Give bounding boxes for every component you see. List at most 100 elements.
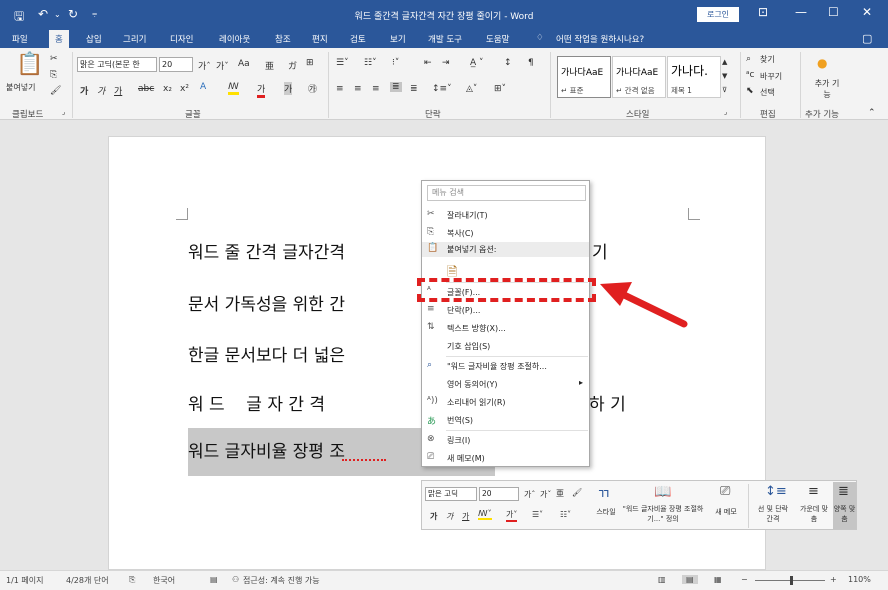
doc-line-4[interactable]: 워 드 글 자 간 격: [188, 390, 325, 415]
tab-mailings[interactable]: 편지: [312, 33, 328, 45]
change-case-icon[interactable]: Aa: [238, 59, 250, 69]
close-icon[interactable]: ✕: [862, 5, 872, 19]
word-count[interactable]: 4/28개 단어: [66, 575, 109, 586]
zoom-out-icon[interactable]: −: [741, 575, 748, 584]
doc-line-1[interactable]: 워드 줄 간격 글자간격: [188, 238, 345, 263]
show-marks-icon[interactable]: ¶: [528, 58, 534, 68]
collapse-ribbon-icon[interactable]: ⌃: [868, 108, 876, 118]
zoom-slider-thumb[interactable]: [790, 576, 793, 585]
language[interactable]: 한국어: [153, 575, 175, 586]
paste-icon[interactable]: 📋: [16, 52, 43, 77]
restore-icon[interactable]: ☐: [828, 5, 839, 19]
tab-help[interactable]: 도움말: [486, 33, 509, 45]
doc-line-5[interactable]: 워드 글자비율 장평 조: [188, 437, 345, 462]
mini-define-button[interactable]: "워드 글자비율 장평 조절하기..." 정의: [622, 504, 704, 524]
underline-icon[interactable]: 가: [462, 511, 469, 522]
menu-item-insert-symbol[interactable]: 기호 삽입(S): [422, 337, 589, 355]
asian-layout-icon[interactable]: A̲ ˅: [470, 58, 484, 68]
align-center-icon[interactable]: ≡: [354, 84, 362, 94]
decrease-indent-icon[interactable]: ⇤: [424, 58, 432, 68]
line-spacing-icon[interactable]: ↕≡˅: [432, 84, 452, 94]
zoom-in-icon[interactable]: +: [830, 575, 837, 584]
align-right-icon[interactable]: ≡: [372, 84, 380, 94]
proofing-icon[interactable]: ⎘: [129, 575, 135, 585]
login-button[interactable]: 로그인: [697, 7, 739, 22]
tab-layout[interactable]: 레이아웃: [219, 33, 250, 45]
doc-line-1-end[interactable]: 기: [592, 238, 608, 263]
char-border-icon[interactable]: ⊞: [306, 58, 314, 68]
highlight-icon[interactable]: ꟿ˅: [478, 509, 492, 520]
copy-icon[interactable]: ⎘: [50, 70, 57, 80]
numbering-icon[interactable]: ☷˅: [560, 510, 571, 519]
text-effects-icon[interactable]: A: [200, 82, 206, 92]
paste-button[interactable]: 붙여넣기: [6, 82, 35, 93]
dialog-launcher-icon[interactable]: ⌟: [724, 108, 727, 116]
style-no-spacing[interactable]: 가나다AaE ↵ 간격 없음: [612, 56, 666, 98]
font-size-box[interactable]: 20: [159, 57, 193, 72]
scissors-icon[interactable]: ✂: [50, 54, 58, 64]
bullets-icon[interactable]: ☰˅: [336, 58, 349, 68]
tab-home[interactable]: 홈: [49, 30, 69, 48]
mini-font-name-box[interactable]: 맑은 고딕: [425, 487, 477, 501]
mini-font-size-box[interactable]: 20: [479, 487, 519, 501]
subscript-icon[interactable]: x₂: [163, 84, 172, 94]
mini-spacing-button[interactable]: 선 및 단락 간격: [754, 504, 792, 524]
accessibility-status[interactable]: 접근성: 계속 진행 가능: [243, 575, 320, 586]
chevron-down-icon[interactable]: ▼: [722, 72, 727, 80]
align-left-icon[interactable]: ≡: [336, 84, 344, 94]
replace-button[interactable]: 바꾸기: [760, 71, 782, 82]
menu-item-smart-lookup[interactable]: ⌕ "워드 글자비율 장평 조절하...: [422, 357, 589, 375]
print-layout-icon[interactable]: ▤: [682, 575, 698, 584]
menu-item-read-aloud[interactable]: ᴬ)) 소리내어 읽기(R): [422, 393, 589, 411]
char-shading-icon[interactable]: 가: [284, 82, 293, 95]
borders-icon[interactable]: ⊞˅: [494, 84, 506, 94]
styles-icon[interactable]: ㄲ: [597, 484, 610, 504]
tab-draw[interactable]: 그리기: [123, 33, 146, 45]
italic-icon[interactable]: 가: [97, 84, 105, 97]
italic-icon[interactable]: 가: [446, 511, 453, 522]
mini-styles-button[interactable]: 스타일: [586, 507, 626, 517]
smart-lookup-icon[interactable]: 📖: [654, 484, 671, 500]
menu-item-link[interactable]: ⊗ 링크(I): [422, 431, 589, 449]
bold-icon[interactable]: 가: [80, 84, 88, 97]
read-mode-icon[interactable]: ▥: [658, 575, 666, 584]
phonetic-icon[interactable]: 亜: [265, 59, 274, 72]
grow-font-icon[interactable]: 가ˆ: [524, 489, 535, 500]
dialog-launcher-icon[interactable]: ⌟: [62, 108, 65, 116]
web-layout-icon[interactable]: ▦: [714, 575, 722, 584]
menu-item-text-direction[interactable]: ⇅ 텍스트 방향(X)...: [422, 319, 589, 337]
font-color-icon[interactable]: 가˅: [506, 509, 518, 522]
multilevel-icon[interactable]: ⁝˅: [392, 58, 399, 68]
select-icon[interactable]: ⬉: [746, 86, 754, 96]
mini-new-comment-button[interactable]: 새 메모: [708, 507, 744, 517]
grow-font-icon[interactable]: 가ˆ: [198, 59, 211, 72]
tab-file[interactable]: 파일: [12, 33, 28, 45]
font-color-icon[interactable]: 가: [257, 82, 266, 98]
menu-item-cut[interactable]: ✂ 잘라내기(T): [422, 206, 589, 224]
zoom-level[interactable]: 110%: [848, 575, 871, 584]
style-heading-1[interactable]: 가나다. 제목 1: [667, 56, 721, 98]
bold-icon[interactable]: 가: [430, 511, 437, 522]
new-comment-icon[interactable]: ⎚: [720, 484, 730, 499]
align-center-icon[interactable]: ≡: [808, 484, 819, 499]
menu-search-input[interactable]: 메뉴 검색: [427, 185, 586, 201]
tab-insert[interactable]: 삽입: [86, 33, 102, 45]
doc-line-2[interactable]: 문서 가독성을 위한 간: [188, 290, 345, 315]
highlight-icon[interactable]: ꟿ: [228, 82, 239, 95]
sort-icon[interactable]: ↕: [504, 58, 512, 68]
search-icon[interactable]: ⌕: [746, 54, 751, 64]
line-spacing-icon[interactable]: ↕≡: [765, 484, 787, 499]
justify-icon[interactable]: ≣: [838, 484, 849, 499]
find-button[interactable]: 찾기: [760, 54, 775, 65]
tell-me-box[interactable]: 어떤 작업을 원하시나요?: [556, 33, 644, 45]
phonetic-icon[interactable]: 亜: [556, 488, 564, 499]
numbering-icon[interactable]: ☷˅: [364, 58, 377, 68]
justify-icon[interactable]: ≣: [390, 82, 402, 92]
menu-item-new-comment[interactable]: ⎚ 새 메모(M): [422, 449, 589, 467]
more-styles-icon[interactable]: ⊽: [722, 86, 727, 94]
tab-view[interactable]: 보기: [390, 33, 406, 45]
mini-center-button[interactable]: 가운데 맞춤: [798, 504, 830, 524]
distributed-icon[interactable]: ≣: [410, 84, 418, 94]
minimize-icon[interactable]: —: [795, 5, 807, 19]
clear-format-icon[interactable]: ガ: [288, 59, 297, 72]
